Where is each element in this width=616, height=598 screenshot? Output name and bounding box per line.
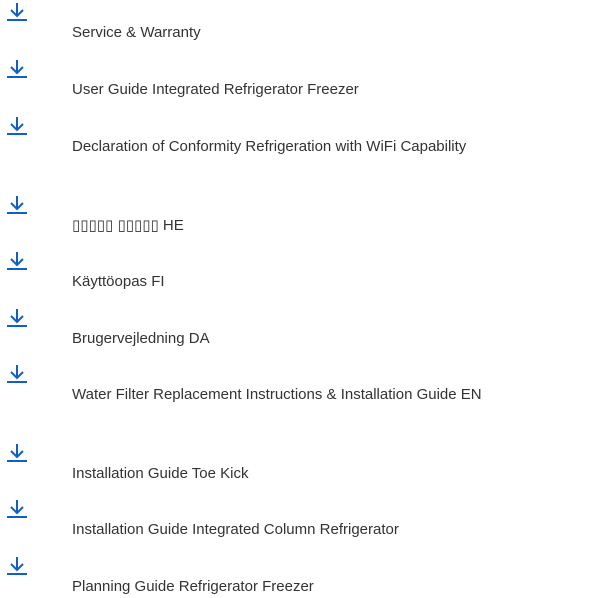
document-title[interactable]: Installation Guide Integrated Column Ref… [72,519,612,541]
download-arrow-icon[interactable] [5,362,29,386]
download-arrow-icon[interactable] [5,441,29,465]
download-arrow-icon[interactable] [5,193,29,217]
download-arrow-icon[interactable] [5,554,29,578]
document-title[interactable]: Service & Warranty [72,22,612,44]
download-arrow-icon[interactable] [5,497,29,521]
document-title[interactable]: Brugervejledning DA [72,328,612,350]
document-download-list: Service & Warranty User Guide Integrated… [0,0,616,595]
document-title[interactable]: Planning Guide Refrigerator Freezer [72,576,612,598]
document-title[interactable]: Installation Guide Toe Kick [72,463,612,485]
download-arrow-icon[interactable] [5,0,29,24]
download-arrow-icon[interactable] [5,249,29,273]
download-arrow-icon[interactable] [5,306,29,330]
document-title[interactable]: Declaration of Conformity Refrigeration … [72,136,612,158]
document-title[interactable]: User Guide Integrated Refrigerator Freez… [72,79,612,101]
download-arrow-icon[interactable] [5,57,29,81]
document-title[interactable]: ▯▯▯▯▯ ▯▯▯▯▯ HE [72,215,612,237]
document-title[interactable]: Käyttöopas FI [72,271,612,293]
document-title[interactable]: Water Filter Replacement Instructions & … [72,384,612,406]
download-arrow-icon[interactable] [5,114,29,138]
